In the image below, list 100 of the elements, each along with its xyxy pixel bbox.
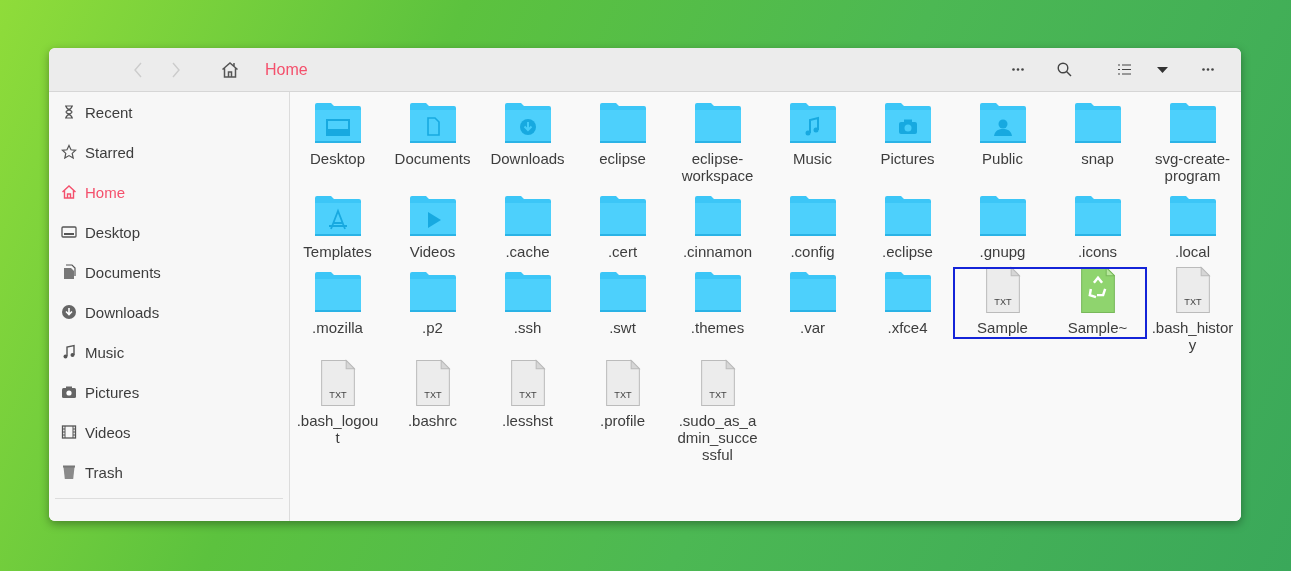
text-file-icon bbox=[605, 359, 641, 406]
monitor-icon bbox=[61, 224, 77, 240]
text-file-icon bbox=[985, 266, 1021, 313]
location-title: Home bbox=[265, 60, 308, 79]
file-name[interactable]: .sudo_as_admin_successful bbox=[676, 412, 759, 463]
file-type-label: TXT bbox=[613, 390, 632, 401]
download-folder-icon bbox=[503, 102, 552, 144]
folder-icon bbox=[1168, 102, 1217, 144]
camera-folder-icon bbox=[883, 102, 932, 144]
document-folder-icon bbox=[408, 102, 457, 144]
music-folder-icon bbox=[788, 102, 837, 144]
file-type-label: TXT bbox=[993, 297, 1012, 308]
file-type-label: TXT bbox=[1183, 297, 1202, 308]
folder-icon bbox=[598, 271, 647, 313]
file-name[interactable]: .cache bbox=[486, 243, 569, 260]
sidebar-item[interactable]: Music bbox=[49, 332, 289, 372]
file-name[interactable]: eclipse-workspace bbox=[676, 150, 759, 184]
folder-icon bbox=[978, 195, 1027, 237]
file-name[interactable]: .swt bbox=[581, 319, 664, 336]
sidebar-item[interactable]: Starred bbox=[49, 132, 289, 172]
download-icon bbox=[61, 304, 77, 320]
file-name[interactable]: Public bbox=[961, 150, 1044, 167]
folder-icon bbox=[788, 195, 837, 237]
caret-icon[interactable] bbox=[1156, 66, 1168, 73]
folder-icon bbox=[503, 271, 552, 313]
file-name[interactable]: Videos bbox=[391, 243, 474, 260]
text-file-icon bbox=[1175, 266, 1211, 313]
file-type-label: TXT bbox=[423, 390, 442, 401]
sidebar-item[interactable]: Documents bbox=[49, 252, 289, 292]
file-name[interactable]: .cinnamon bbox=[676, 243, 759, 260]
sidebar-item[interactable]: Trash bbox=[49, 452, 289, 492]
letter-a-folder-icon bbox=[313, 195, 362, 237]
file-type-label: TXT bbox=[708, 390, 727, 401]
file-name[interactable]: .profile bbox=[581, 412, 664, 429]
sidebar-item[interactable]: Recent bbox=[49, 92, 289, 132]
text-file-icon bbox=[320, 359, 356, 406]
folder-icon bbox=[1073, 195, 1122, 237]
file-name[interactable]: Pictures bbox=[866, 150, 949, 167]
file-name[interactable]: Sample~ bbox=[1056, 319, 1139, 336]
document-icon bbox=[61, 264, 77, 280]
file-name[interactable]: .eclipse bbox=[866, 243, 949, 260]
folder-icon bbox=[503, 195, 552, 237]
file-name[interactable]: Music bbox=[771, 150, 854, 167]
film-icon bbox=[61, 424, 77, 440]
folder-icon bbox=[693, 195, 742, 237]
home-icon[interactable] bbox=[221, 61, 239, 78]
folder-icon bbox=[1168, 195, 1217, 237]
file-name[interactable]: .icons bbox=[1056, 243, 1139, 260]
file-name[interactable]: .cert bbox=[581, 243, 664, 260]
more-icon[interactable] bbox=[1012, 68, 1024, 71]
file-name[interactable]: .mozilla bbox=[296, 319, 379, 336]
file-name[interactable]: .bash_logout bbox=[296, 412, 379, 446]
file-type-label: TXT bbox=[518, 390, 537, 401]
file-name[interactable]: svg-create-program bbox=[1151, 150, 1234, 184]
file-name[interactable]: .ssh bbox=[486, 319, 569, 336]
sidebar-item[interactable]: Desktop bbox=[49, 212, 289, 252]
file-name[interactable]: .gnupg bbox=[961, 243, 1044, 260]
text-file-icon bbox=[510, 359, 546, 406]
list-view-icon[interactable] bbox=[1117, 64, 1131, 75]
text-file-icon bbox=[415, 359, 451, 406]
file-name[interactable]: Sample bbox=[961, 319, 1044, 336]
file-name[interactable]: Templates bbox=[296, 243, 379, 260]
file-name[interactable]: eclipse bbox=[581, 150, 664, 167]
music-note-icon bbox=[61, 344, 77, 360]
sidebar-item[interactable]: Videos bbox=[49, 412, 289, 452]
search-icon[interactable] bbox=[1056, 62, 1072, 77]
camera-icon bbox=[61, 384, 77, 400]
file-name[interactable]: .p2 bbox=[391, 319, 474, 336]
file-name[interactable]: Desktop bbox=[296, 150, 379, 167]
folder-icon bbox=[408, 271, 457, 313]
folder-icon bbox=[883, 271, 932, 313]
play-folder-icon bbox=[408, 195, 457, 237]
file-name[interactable]: Documents bbox=[391, 150, 474, 167]
file-name[interactable]: .bash_history bbox=[1151, 319, 1234, 353]
folder-icon bbox=[1073, 102, 1122, 144]
file-name[interactable]: .themes bbox=[676, 319, 759, 336]
file-type-label: TXT bbox=[328, 390, 347, 401]
star-icon bbox=[61, 144, 77, 160]
monitor-folder-icon bbox=[313, 102, 362, 144]
file-name[interactable]: .var bbox=[771, 319, 854, 336]
file-name[interactable]: snap bbox=[1056, 150, 1139, 167]
text-file-icon bbox=[700, 359, 736, 406]
file-name[interactable]: .config bbox=[771, 243, 854, 260]
folder-icon bbox=[598, 195, 647, 237]
file-name[interactable]: .local bbox=[1151, 243, 1234, 260]
file-name[interactable]: .bashrc bbox=[391, 412, 474, 429]
folder-icon bbox=[883, 195, 932, 237]
sidebar-item[interactable]: Downloads bbox=[49, 292, 289, 332]
folder-icon bbox=[313, 271, 362, 313]
recycle-file-icon bbox=[1080, 267, 1115, 313]
trash-icon bbox=[61, 464, 77, 480]
home-icon bbox=[61, 184, 77, 200]
menu-icon[interactable] bbox=[1202, 68, 1214, 71]
folder-icon bbox=[598, 102, 647, 144]
folder-icon bbox=[788, 271, 837, 313]
file-name[interactable]: .xfce4 bbox=[866, 319, 949, 336]
folder-icon bbox=[693, 102, 742, 144]
file-name[interactable]: .lesshst bbox=[486, 412, 569, 429]
sidebar-item[interactable]: Pictures bbox=[49, 372, 289, 412]
file-name[interactable]: Downloads bbox=[486, 150, 569, 167]
